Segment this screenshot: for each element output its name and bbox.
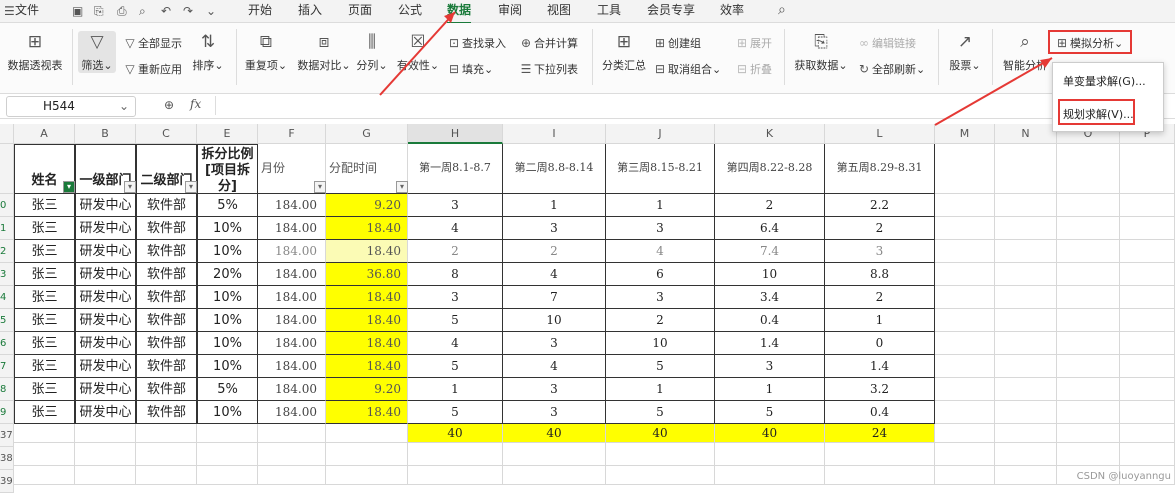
- annotation-arrow: [934, 57, 1053, 126]
- watermark: CSDN @luoyanngu: [1076, 471, 1171, 482]
- annotation-arrows: [379, 11, 1053, 126]
- annotation-arrow: [379, 11, 456, 96]
